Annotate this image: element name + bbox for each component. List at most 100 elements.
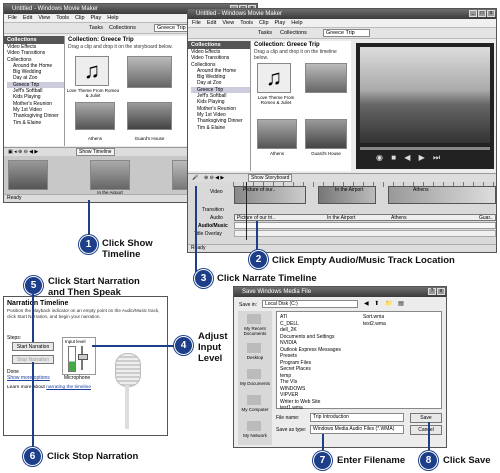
places-icon[interactable] (247, 421, 261, 431)
file-list[interactable]: ATI C_DELL dell_2K Documents and Setting… (276, 311, 442, 412)
start-narration-button[interactable]: Start Narration (12, 342, 54, 351)
menu-edit[interactable]: Edit (23, 14, 32, 22)
window-title: Untitled - Windows Movie Maker (12, 6, 99, 12)
menu-play[interactable]: Play (275, 19, 286, 27)
callout-6-badge: 6 (24, 448, 41, 465)
learn-more-text: Learn more about narrating the timeline (7, 385, 91, 390)
save-button[interactable]: Save (410, 413, 442, 423)
narrating-timeline-link[interactable]: narrating the timeline (46, 385, 91, 390)
storyboard-frame[interactable] (8, 160, 48, 190)
collections-tree: Video Effects Video Transitions Collecti… (188, 49, 250, 131)
place-my-network[interactable]: My Network (238, 433, 272, 438)
input-level-slider[interactable] (78, 346, 88, 370)
menu-edit[interactable]: Edit (207, 19, 216, 27)
help-button[interactable]: ? (428, 288, 436, 295)
tree-item[interactable]: Thanksgiving Dinner (7, 113, 64, 119)
place-my-documents[interactable]: My Documents (238, 381, 272, 386)
file-name-label: File name: (276, 415, 300, 421)
callout-5-leader (32, 294, 34, 342)
file-name-input[interactable]: Trip Introduction (310, 413, 404, 422)
clip-thumb[interactable] (75, 102, 115, 130)
save-as-type-dropdown[interactable]: Windows Media Audio Files (*.WMA) (310, 425, 404, 434)
clip-thumb[interactable] (127, 102, 172, 130)
microphone-image (109, 353, 145, 433)
menu-clip[interactable]: Clip (259, 19, 268, 27)
callout-8-badge: 8 (420, 452, 437, 469)
microphone-label: Microphone (64, 375, 91, 381)
menu-help[interactable]: Help (291, 19, 302, 27)
minimize-button[interactable]: _ (469, 10, 477, 17)
video-clip[interactable]: Picture of our.. (234, 186, 306, 204)
tasks-button[interactable]: Tasks (258, 30, 272, 36)
file-item[interactable]: Sort.wma (363, 314, 386, 321)
tree-item[interactable]: Thanksgiving Dinner (191, 118, 250, 124)
callout-3-leader (195, 186, 197, 272)
audio-track[interactable]: Picture of our tri.. In the Airport Athe… (234, 214, 496, 221)
places-icon[interactable] (247, 395, 261, 405)
menu-view[interactable]: View (222, 19, 234, 27)
input-level-slider-thumb[interactable] (78, 354, 88, 360)
show-storyboard-button[interactable]: Show Storyboard (248, 174, 293, 182)
music-clip-thumb[interactable]: ♫ (257, 63, 291, 93)
menu-help[interactable]: Help (107, 14, 118, 22)
save-in-dropdown[interactable]: Local Disk (C:) (262, 300, 358, 308)
menu-clip[interactable]: Clip (75, 14, 84, 22)
place-my-computer[interactable]: My Computer (238, 407, 272, 412)
menu-tools[interactable]: Tools (240, 19, 253, 27)
video-clip[interactable]: Athens (388, 186, 496, 204)
places-icon[interactable] (247, 369, 261, 379)
file-item[interactable]: test1.wma (280, 405, 341, 412)
menu-tools[interactable]: Tools (56, 14, 69, 22)
place-desktop[interactable]: Desktop (238, 355, 272, 360)
audio-music-track[interactable] (234, 222, 496, 229)
music-clip-thumb[interactable]: ♫ (75, 56, 109, 86)
maximize-button[interactable]: □ (478, 10, 486, 17)
tree-item[interactable]: Tim & Elaine (7, 120, 64, 126)
callout-6-text: Click Stop Narration (47, 451, 139, 462)
collections-pane-title: Collections (4, 36, 64, 44)
timeline-tool-icons[interactable]: ⊕ ⊖ ◀ ▶ (204, 174, 224, 182)
clip-thumb[interactable] (305, 63, 347, 93)
steps-label: Steps: (7, 335, 22, 341)
collection-header: Collection: Greece Trip (254, 42, 320, 48)
microphone-head (115, 353, 141, 387)
callout-8-leader (428, 422, 430, 450)
menu-file[interactable]: File (192, 19, 201, 27)
clip-thumb[interactable] (127, 56, 172, 88)
place-recent-documents[interactable]: My Recent Documents (238, 326, 272, 336)
close-button[interactable]: x (437, 288, 445, 295)
video-clip[interactable]: In the Airport (318, 186, 376, 204)
clip-thumb[interactable] (305, 119, 347, 149)
menu-play[interactable]: Play (91, 14, 102, 22)
tree-item[interactable]: Tim & Elaine (191, 125, 250, 131)
places-icon[interactable] (247, 314, 261, 324)
menu-file[interactable]: File (8, 14, 17, 22)
preview-seek-bar[interactable] (360, 147, 490, 150)
collection-area: Collection: Greece Trip Drag a clip and … (251, 41, 351, 171)
callout-1-text: Click Show Timeline (102, 238, 153, 260)
close-button[interactable]: x (487, 10, 495, 17)
clip-caption: Guard's House (311, 151, 341, 156)
tasks-button[interactable]: Tasks (89, 25, 103, 31)
clip-caption: Athens (87, 136, 102, 141)
collections-button[interactable]: Collections (280, 30, 307, 36)
collections-pane-title: Collections (188, 41, 250, 49)
menu-view[interactable]: View (38, 14, 50, 22)
storyboard-tool-icons[interactable]: ▣ ◂ ⊕ ⊖ ◀ ▶ (8, 148, 38, 156)
collections-button[interactable]: Collections (109, 25, 136, 31)
collection-dropdown[interactable]: Greece Trip (323, 29, 370, 37)
narrate-timeline-icon[interactable]: 🎤 (192, 174, 198, 182)
playback-controls[interactable]: ◉ ■ ◀ ▶ ⏭ (376, 153, 443, 163)
show-timeline-button[interactable]: Show Timeline (76, 148, 115, 156)
show-more-options-link[interactable]: Show more options (7, 375, 50, 381)
dialog-toolbar-icons[interactable]: ◀ ⬆ 📁 ▤ (364, 300, 406, 307)
clip-thumb[interactable] (257, 119, 297, 149)
places-icon[interactable] (247, 343, 261, 353)
title-overlay-track[interactable] (234, 230, 496, 237)
file-column: Sort.wma test2.wma (363, 314, 386, 327)
cancel-button[interactable]: Cancel (410, 425, 442, 435)
menu-bar: File Edit View Tools Clip Play Help (188, 19, 496, 28)
file-item[interactable]: test2.wma (363, 321, 386, 328)
storyboard-frame[interactable] (90, 160, 130, 190)
playback-indicator[interactable] (246, 182, 247, 240)
